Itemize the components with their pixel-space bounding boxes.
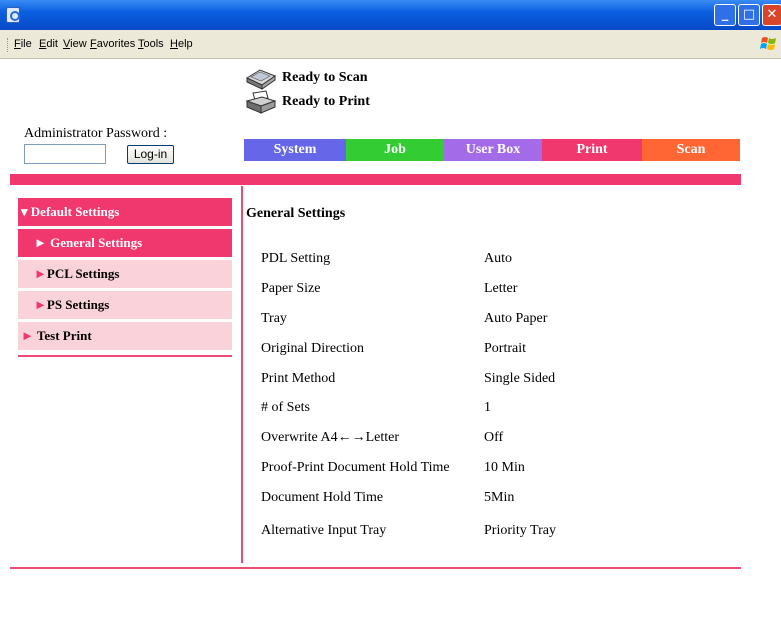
tab-print[interactable]: Print (542, 139, 642, 161)
setting-label: Paper Size (261, 281, 321, 296)
sidebar-item-label: PS Settings (46, 297, 110, 312)
setting-label: Alternative Input Tray (261, 523, 387, 538)
setting-value: Auto (484, 251, 512, 266)
settings-row: # of Sets 1 (261, 400, 721, 420)
sidebar-bottom-rule (18, 355, 232, 357)
setting-value: Portrait (484, 341, 526, 356)
sidebar-item-general-settings[interactable]: ► General Settings (18, 229, 232, 257)
triangle-right-icon: ► (34, 266, 47, 281)
menu-tools[interactable]: Tools (138, 38, 164, 50)
sidebar-item-label: Default Settings (30, 204, 120, 219)
menu-file[interactable]: File (14, 38, 32, 50)
sidebar-item-pcl-settings[interactable]: ►PCL Settings (18, 260, 232, 288)
setting-label: # of Sets (261, 400, 310, 415)
setting-label: Overwrite A4←→Letter (261, 430, 400, 445)
setting-value: 10 Min (484, 460, 525, 475)
menu-favorites[interactable]: Favorites (90, 38, 135, 50)
window-titlebar: _ □ ✕ (0, 0, 781, 30)
maximize-icon: □ (742, 7, 756, 22)
settings-row: Overwrite A4←→Letter Off (261, 430, 721, 450)
triangle-down-icon: ▾ (21, 204, 28, 219)
close-button[interactable]: ✕ (762, 4, 781, 26)
menu-view[interactable]: View (63, 38, 87, 50)
sidebar-item-ps-settings[interactable]: ►PS Settings (18, 291, 232, 319)
setting-value: Single Sided (484, 371, 556, 386)
setting-value: 5Min (484, 490, 515, 505)
footer-rule (10, 567, 741, 569)
setting-value: 1 (484, 400, 491, 415)
scan-status: Ready to Scan (244, 66, 368, 90)
setting-value: Priority Tray (484, 523, 556, 538)
printer-icon (245, 90, 277, 114)
sidebar-item-label: General Settings (50, 235, 143, 250)
triangle-right-icon: ► (34, 235, 47, 250)
sidebar-item-label: Test Print (36, 328, 92, 343)
setting-value: Auto Paper (484, 311, 548, 326)
tab-user-box[interactable]: User Box (444, 139, 542, 161)
tab-scan[interactable]: Scan (642, 139, 740, 161)
menu-edit[interactable]: Edit (39, 38, 58, 50)
tab-system[interactable]: System (244, 139, 346, 161)
triangle-right-icon: ► (34, 297, 47, 312)
login-button[interactable]: Log-in (127, 145, 174, 164)
windows-logo-icon (760, 37, 776, 50)
print-status-text: Ready to Print (282, 94, 370, 109)
setting-value: Off (484, 430, 504, 445)
menu-bar: File Edit View Favorites Tools Help (0, 30, 781, 59)
triangle-right-icon: ► (21, 328, 34, 343)
sidebar-item-test-print[interactable]: ► Test Print (18, 322, 232, 350)
scanner-icon (245, 69, 277, 90)
setting-label: Tray (261, 311, 287, 326)
menu-help[interactable]: Help (170, 38, 193, 50)
settings-row: Tray Auto Paper (261, 311, 721, 331)
maximize-button[interactable]: □ (738, 4, 760, 26)
sidebar-divider (241, 186, 243, 563)
print-status: Ready to Print (244, 90, 370, 114)
header-divider-bar (10, 174, 741, 185)
settings-row: Alternative Input Tray Priority Tray (261, 523, 721, 543)
admin-password-label: Administrator Password : (24, 126, 168, 141)
scan-status-text: Ready to Scan (282, 70, 368, 85)
setting-label: PDL Setting (261, 251, 331, 266)
settings-row: Paper Size Letter (261, 281, 721, 301)
minimize-icon: _ (721, 7, 729, 22)
settings-row: Original Direction Portrait (261, 341, 721, 361)
settings-row: PDL Setting Auto (261, 251, 721, 271)
admin-password-input[interactable] (24, 144, 106, 164)
setting-label: Proof-Print Document Hold Time (261, 460, 450, 475)
sidebar-item-default-settings[interactable]: ▾ Default Settings (18, 198, 232, 226)
settings-row: Proof-Print Document Hold Time 10 Min (261, 460, 721, 480)
tab-job[interactable]: Job (346, 139, 444, 161)
setting-value: Letter (484, 281, 518, 296)
settings-row: Document Hold Time 5Min (261, 490, 721, 510)
sidebar-item-label: PCL Settings (46, 266, 120, 281)
minimize-button[interactable]: _ (714, 4, 736, 26)
close-icon: ✕ (766, 7, 778, 22)
setting-label: Document Hold Time (261, 490, 384, 505)
setting-label: Print Method (261, 371, 336, 386)
page-title: General Settings (246, 206, 346, 221)
ie-icon (6, 7, 20, 23)
toolbar-grip (7, 38, 9, 52)
settings-row: Print Method Single Sided (261, 371, 721, 391)
setting-label: Original Direction (261, 341, 365, 356)
